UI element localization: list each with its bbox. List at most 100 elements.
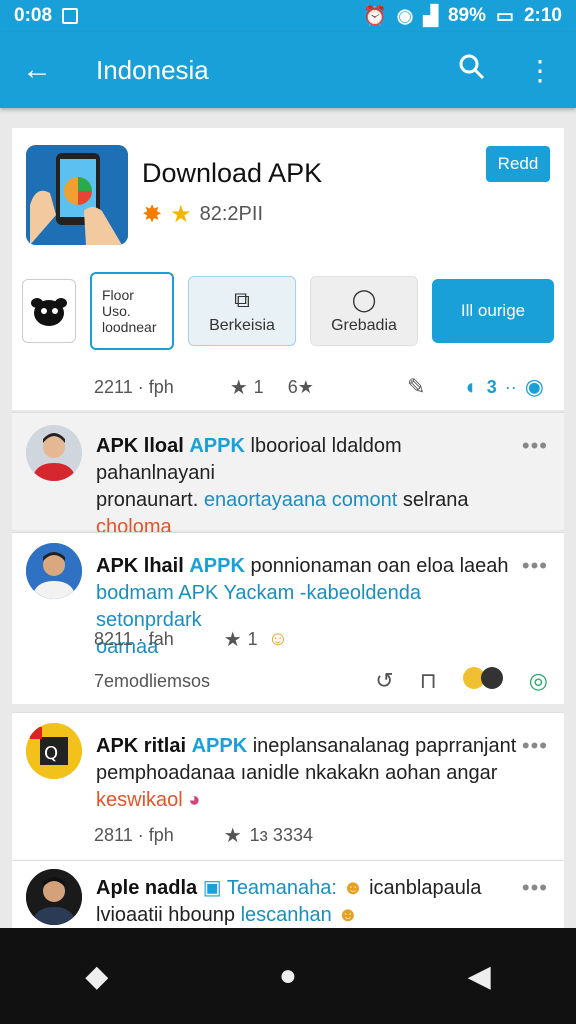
more-horiz-icon[interactable]: ••• (522, 733, 548, 759)
post-author: Aple nadla (96, 877, 198, 899)
post-line2a: pronaunart. (96, 489, 199, 511)
chip-floor-line2: Uso. (102, 303, 131, 319)
more-horiz-icon[interactable]: ••• (522, 433, 548, 459)
emoji-icon: ◕ (188, 789, 201, 811)
post-count: 1ɜ 3334 (249, 825, 313, 845)
battery-icon: ▭ (496, 5, 514, 27)
post-meta: 8211 · fah ★ 1 ☺ (94, 627, 548, 652)
post-line1: Teamanaha: (226, 877, 337, 899)
system-nav-bar: ◆ ● ◀ (0, 928, 576, 1024)
post-line3: keswikaol (96, 789, 183, 811)
like-icon[interactable]: ◐ (465, 374, 478, 400)
post-meta: 2811 · fph ★ 1ɜ 3334 (94, 823, 548, 848)
bookmark-icon[interactable]: ⊓ (420, 668, 437, 694)
chip-grebadia[interactable]: ◯ Grebadia (310, 276, 418, 346)
star-icon: ★ (223, 629, 242, 651)
emoji-icon: ☺ (267, 628, 289, 650)
reply-icon[interactable]: ↺ (375, 668, 393, 694)
gallery-icon: ⧉ (234, 287, 250, 312)
post-line2c: selrana (402, 489, 469, 511)
post-time: 8211 · fah (94, 629, 174, 649)
back-arrow-icon[interactable]: ← (22, 53, 72, 87)
post-2[interactable]: APK lhail APPK ponnionaman oan eloa laea… (12, 532, 564, 704)
meta-stars: 1 (253, 376, 264, 397)
meta-count: 6★ (287, 376, 314, 397)
status-dot-icon: ◎ (528, 668, 548, 693)
dots-icon: ·· (504, 376, 517, 397)
post-3[interactable]: Q APK ritlai APPK ineplansanalanag paprr… (12, 712, 564, 860)
rating-text: 82:2PII (199, 203, 264, 225)
back-icon[interactable]: ◀ (468, 959, 491, 994)
share-icon[interactable]: ◉ (525, 374, 544, 400)
app-title: Download APK (142, 158, 323, 188)
chat-icon: ◯ (351, 287, 377, 312)
notification-icon (62, 8, 79, 24)
wifi-icon: ◉ (396, 5, 414, 27)
star-icon: ★ (223, 825, 242, 847)
emoji-icon: ☻ (342, 877, 364, 899)
post-line1: ponnionaman oan eloa laeah (250, 555, 509, 577)
meta-likes: 3 (486, 376, 497, 397)
reactions-icon[interactable] (462, 667, 503, 695)
post-author: APK lhail (96, 555, 184, 577)
post-author: APK ritlai (96, 735, 187, 757)
post-4[interactable]: Aple nadla ▣ Teamanaha: ☻ icanblapaula l… (12, 860, 564, 928)
status-time-right: 2:10 (523, 5, 562, 26)
verified-icon: ▣ (202, 877, 222, 899)
chip-floor[interactable]: Floor Uso. loodnear (90, 272, 174, 350)
recents-icon[interactable]: ◆ (85, 959, 108, 994)
avatar[interactable] (26, 869, 82, 925)
post-text: Aple nadla ▣ Teamanaha: ☻ icanblapaula l… (96, 875, 520, 929)
app-bar: ← Indonesia ⋮ (0, 32, 576, 108)
chip-floor-line3: loodnear (102, 319, 157, 335)
page-title: Indonesia (96, 54, 209, 85)
post-author: APK lloal (96, 435, 184, 457)
post-line1b: icanblapaula (369, 877, 482, 899)
post-line2: lvioaatii hbounp (96, 904, 235, 926)
battery-percent: 89% (447, 5, 487, 26)
post-line1: ineplansanalanag paprranjant (252, 735, 517, 757)
avatar[interactable] (26, 425, 82, 481)
more-vert-icon[interactable]: ⋮ (526, 54, 554, 87)
status-bar: 0:08 ⏰ ◉ ▟ 89% ▭ 2:10 (0, 0, 576, 32)
app-card: Download APK ✸ ★ 82:2PII Redd Floor Uso.… (12, 128, 564, 410)
avatar[interactable] (26, 543, 82, 599)
post-line2: pemphoadanaa ıanidle nkakakn aohan angar (96, 762, 498, 784)
avatar[interactable]: Q (26, 723, 82, 779)
app-meta-row: 2211 · fph ★ 1 6★ ✎ ◐ 3 ·· ◉ (94, 374, 544, 400)
home-icon[interactable]: ● (279, 959, 297, 993)
post-line2b: enaortayaana comont (203, 489, 398, 511)
status-time-left: 0:08 (14, 5, 53, 26)
post-line2b: lescanhan (240, 904, 332, 926)
svg-text:Q: Q (44, 743, 58, 764)
comment-icon[interactable]: ✎ (407, 374, 425, 400)
post-footer-text: 7emodliemsos (94, 670, 211, 691)
more-horiz-icon[interactable]: ••• (522, 875, 548, 901)
post-1[interactable]: APK lloal APPK lboorioal ldaldom pahanln… (12, 412, 564, 565)
chip-berkeisia[interactable]: ⧉ Berkeisia (188, 276, 296, 346)
chip-ourige-button[interactable]: Ill ourige (432, 279, 554, 343)
app-icon[interactable] (26, 145, 128, 245)
post-stars: 1 (247, 629, 258, 649)
post-tag: APPK (189, 555, 245, 577)
post-footer: 7emodliemsos ↺ ⊓ ◎ (94, 667, 548, 695)
install-button[interactable]: Redd (486, 146, 550, 182)
app-rating: ✸ ★ 82:2PII (142, 200, 263, 229)
chip-avatar[interactable] (22, 279, 76, 343)
alarm-icon: ⏰ (363, 6, 387, 27)
post-text: APK ritlai APPK ineplansanalanag paprran… (96, 733, 520, 814)
search-icon[interactable] (458, 53, 486, 88)
star-burst-icon: ✸ (142, 201, 163, 228)
star-icon: ★ (170, 201, 192, 228)
more-horiz-icon[interactable]: ••• (522, 553, 548, 579)
meta-time: 2211 · fph (94, 376, 174, 397)
emoji-icon: ☻ (337, 904, 359, 926)
post-tag: APPK (189, 435, 245, 457)
chip-floor-line1: Floor (102, 287, 134, 303)
post-line2: bodmam APK Yackam -kabeoldenda setonprda… (96, 582, 422, 631)
star-icon: ★ (229, 376, 248, 399)
chip-row: Floor Uso. loodnear ⧉ Berkeisia ◯ Grebad… (22, 272, 554, 350)
signal-icon: ▟ (423, 5, 438, 27)
chip-grebadia-label: Grebadia (331, 317, 397, 334)
chip-berkeisia-label: Berkeisia (209, 317, 275, 334)
